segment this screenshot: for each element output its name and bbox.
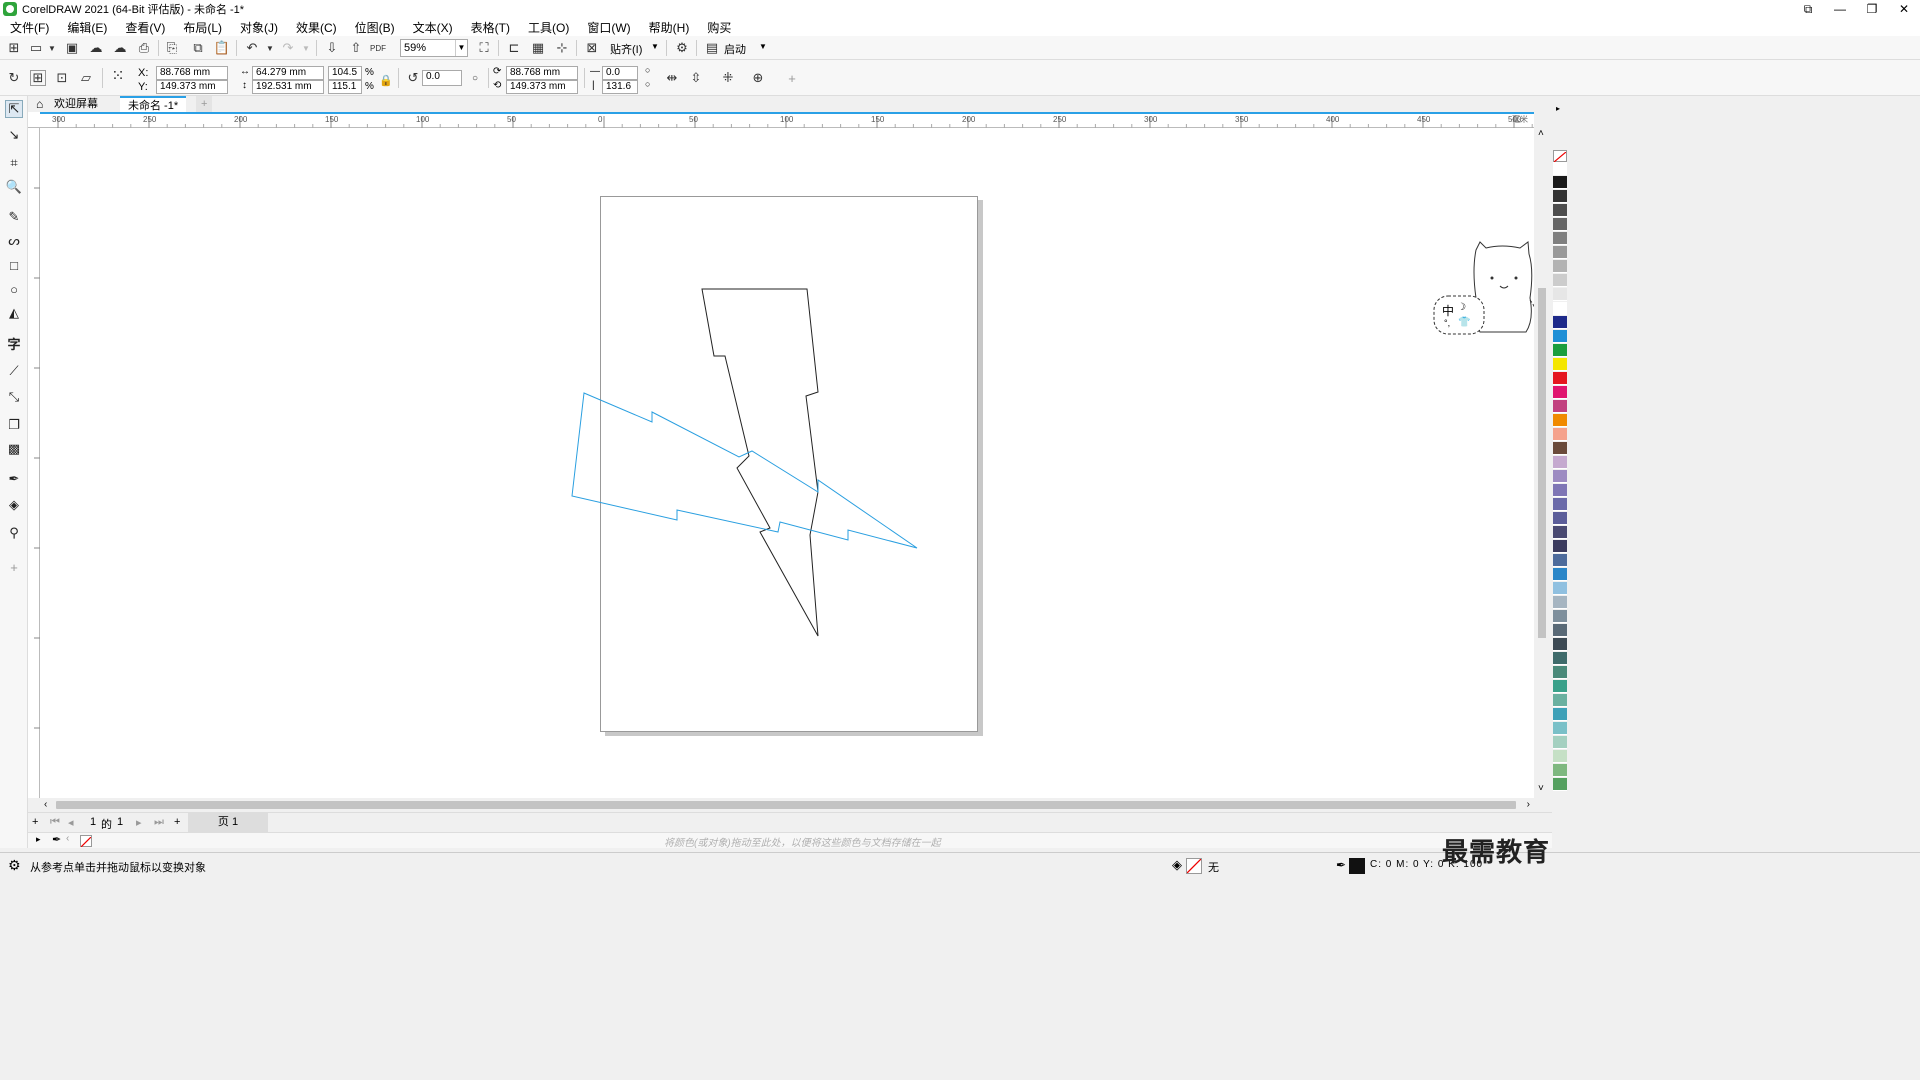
color-swatch[interactable]: [1553, 204, 1567, 217]
color-swatch[interactable]: [1553, 764, 1567, 777]
scroll-down-icon[interactable]: ˅: [1538, 783, 1544, 794]
color-swatch[interactable]: [1553, 778, 1567, 791]
color-swatch[interactable]: [1553, 582, 1567, 595]
color-swatch[interactable]: [1553, 288, 1567, 301]
color-swatch[interactable]: [1553, 540, 1567, 553]
drawing-shapes: [571, 288, 918, 637]
color-swatch[interactable]: [1553, 750, 1567, 763]
punctuation-icon: °,: [1444, 318, 1451, 328]
fill-swatch[interactable]: [1186, 858, 1202, 874]
color-swatch[interactable]: [1553, 344, 1567, 357]
scroll-up-icon[interactable]: ˄: [1538, 128, 1544, 139]
color-swatch[interactable]: [1553, 638, 1567, 651]
add-page-after-icon[interactable]: +: [174, 816, 180, 828]
first-page-icon[interactable]: ⏮: [50, 816, 60, 829]
color-swatch[interactable]: [1553, 274, 1567, 287]
color-swatch[interactable]: [1553, 218, 1567, 231]
color-swatch[interactable]: [1553, 680, 1567, 693]
color-swatch[interactable]: [1553, 736, 1567, 749]
status-message: 从参考点单击并拖动鼠标以变换对象: [30, 862, 206, 874]
color-swatch[interactable]: [1553, 358, 1567, 371]
no-fill-icon: [1186, 858, 1202, 874]
color-swatch[interactable]: [1553, 400, 1567, 413]
horizontal-scroll-thumb[interactable]: [56, 801, 1516, 809]
status-bar: ⚙ 从参考点单击并拖动鼠标以变换对象 ◈ 无 ✒ C: 0 M: 0 Y: 0 …: [0, 852, 1920, 880]
color-swatch[interactable]: [1553, 316, 1567, 329]
color-swatch[interactable]: [1553, 652, 1567, 665]
color-swatch[interactable]: [1553, 414, 1567, 427]
document-palette: ▸ ✒ ‹ 将颜色(或对象)拖动至此处，以便将这些颜色与文档存储在一起: [28, 832, 1552, 849]
color-swatch[interactable]: [1553, 526, 1567, 539]
color-swatch[interactable]: [1553, 666, 1567, 679]
color-swatch[interactable]: [1553, 428, 1567, 441]
color-swatch[interactable]: [1553, 722, 1567, 735]
palette-scroll-up-icon[interactable]: ▸: [1556, 104, 1560, 113]
color-swatch[interactable]: [1553, 442, 1567, 455]
watermark-logo: 最需教育: [1442, 838, 1551, 868]
shirt-icon: 👕: [1458, 317, 1471, 328]
status-settings-gear-icon[interactable]: ⚙: [8, 857, 21, 874]
color-swatch[interactable]: [1553, 596, 1567, 609]
lightning-bolt-shape[interactable]: [701, 288, 819, 637]
total-pages: 1: [117, 816, 124, 828]
page-of-label: 的: [101, 819, 112, 831]
page-navigator: + ⏮ ◂ 1 的 1 ▸ ⏭ + 页 1: [28, 812, 1552, 832]
color-swatch[interactable]: [1553, 162, 1567, 175]
docpal-back-icon[interactable]: ‹: [66, 833, 69, 844]
scroll-left-icon[interactable]: ‹: [44, 799, 47, 810]
color-swatch[interactable]: [1553, 512, 1567, 525]
docpal-hint: 将颜色(或对象)拖动至此处，以便将这些颜色与文档存储在一起: [664, 838, 941, 849]
color-swatch[interactable]: [1553, 190, 1567, 203]
color-swatch[interactable]: [1553, 302, 1567, 315]
docpal-no-color-swatch[interactable]: [80, 835, 92, 848]
color-swatch[interactable]: [1553, 610, 1567, 623]
color-swatch[interactable]: [1553, 470, 1567, 483]
next-page-icon[interactable]: ▸: [136, 816, 142, 829]
color-swatch[interactable]: [1553, 260, 1567, 273]
add-page-before-icon[interactable]: +: [32, 816, 38, 828]
ime-mode-label: 中: [1442, 304, 1455, 318]
docpal-expand-icon[interactable]: ▸: [36, 834, 41, 845]
color-swatch[interactable]: [1553, 372, 1567, 385]
current-page-number: 1: [90, 816, 97, 828]
color-swatch[interactable]: [1553, 176, 1567, 189]
moon-icon: ☽: [1457, 302, 1466, 313]
page-tab-1[interactable]: 页 1: [188, 813, 268, 832]
no-color-icon: [1553, 151, 1567, 163]
horizontal-scrollbar[interactable]: ‹ ›: [40, 798, 1534, 812]
last-page-icon[interactable]: ⏭: [154, 816, 164, 829]
no-color-swatch[interactable]: [1553, 150, 1567, 163]
color-swatch[interactable]: [1553, 330, 1567, 343]
color-swatch[interactable]: [1553, 386, 1567, 399]
color-swatch[interactable]: [1553, 624, 1567, 637]
outline-pen-icon: ✒: [1336, 858, 1347, 872]
fill-bucket-icon: ◈: [1172, 857, 1182, 872]
no-color-icon: [80, 836, 92, 848]
vertical-scrollbar[interactable]: ˄ ˅: [1534, 128, 1550, 798]
vertical-scroll-thumb[interactable]: [1538, 288, 1546, 638]
previous-page-icon[interactable]: ◂: [68, 816, 74, 829]
color-swatch[interactable]: [1553, 484, 1567, 497]
color-swatch[interactable]: [1553, 246, 1567, 259]
color-swatch[interactable]: [1553, 232, 1567, 245]
scroll-right-icon[interactable]: ›: [1527, 799, 1530, 810]
color-palette: ▸: [1552, 96, 1568, 848]
docpal-eyedropper-icon[interactable]: ✒: [52, 833, 61, 846]
color-swatch[interactable]: [1553, 554, 1567, 567]
cat-input-widget[interactable]: 中 ☽ °, 👕: [1430, 240, 1540, 340]
color-swatch[interactable]: [1553, 694, 1567, 707]
color-swatch[interactable]: [1553, 568, 1567, 581]
outline-color-swatch[interactable]: [1349, 858, 1365, 874]
color-swatch[interactable]: [1553, 498, 1567, 511]
fill-value: 无: [1208, 862, 1219, 874]
color-swatch[interactable]: [1553, 708, 1567, 721]
color-swatch[interactable]: [1553, 456, 1567, 469]
selected-lightning-bolt-shape[interactable]: [571, 392, 918, 549]
